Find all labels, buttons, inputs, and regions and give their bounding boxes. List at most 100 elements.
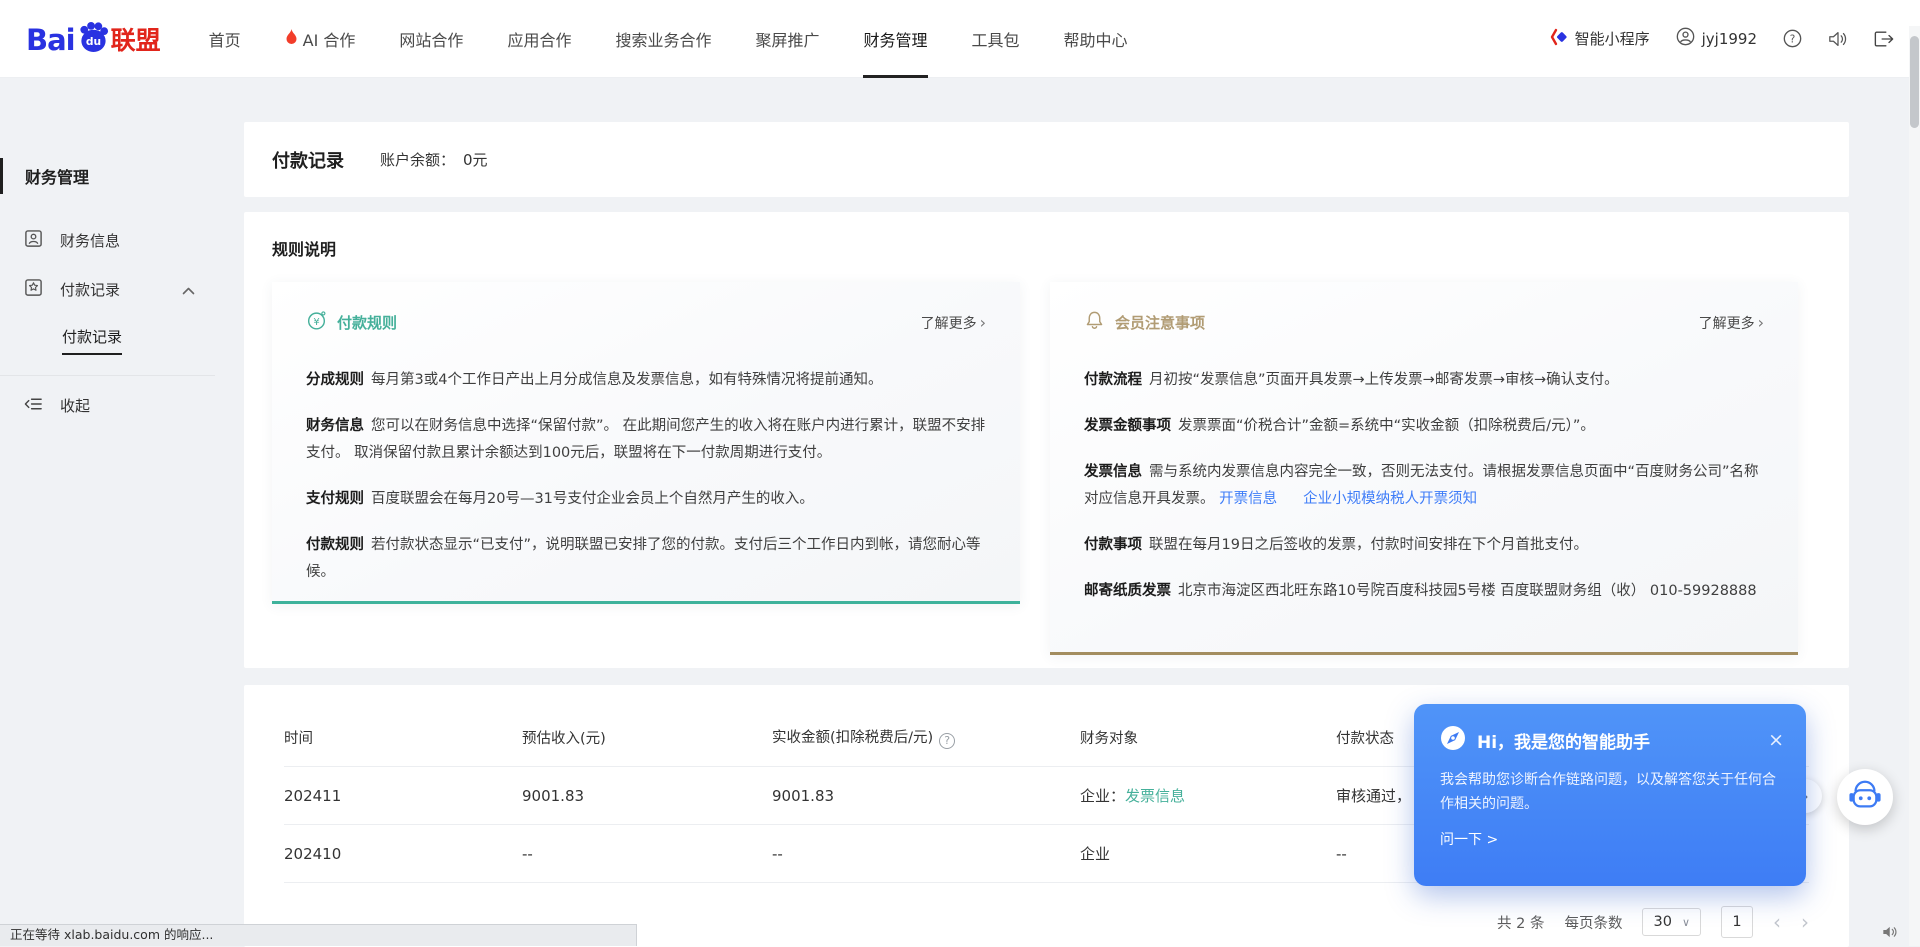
nav-item-screen-promo[interactable]: 聚屏推广: [755, 0, 819, 78]
speaker-icon[interactable]: [1882, 924, 1898, 943]
note-label: 邮寄纸质发票: [1084, 583, 1171, 599]
member-notes-more-link[interactable]: 了解更多›: [1699, 313, 1764, 333]
sidebar-item-payment-records[interactable]: 付款记录: [0, 265, 215, 314]
prev-page-icon[interactable]: ‹: [1773, 912, 1781, 932]
cell-time: 202410: [284, 845, 522, 863]
chevron-up-icon: [182, 281, 195, 299]
rule-label: 财务信息: [306, 418, 364, 434]
logo-text-union: 联盟: [111, 24, 161, 57]
flame-icon: [285, 29, 298, 49]
note-text: 发票票面“价税合计”金额=系统中“实收金额（扣除税费后/元）”。: [1178, 418, 1595, 434]
robot-icon: [1847, 778, 1883, 816]
svg-text:?: ?: [1790, 33, 1796, 45]
svg-text:du: du: [86, 35, 101, 48]
rule-text: 您可以在财务信息中选择“保留付款”。 在此期间您产生的收入将在账户内进行累计，联…: [306, 418, 985, 461]
note-label: 发票信息: [1084, 464, 1142, 480]
col-estimated-income: 预估收入(元): [522, 727, 772, 748]
main-nav: 首页 AI 合作 网站合作 应用合作 搜索业务合作 聚屏推广 财务管理 工具包 …: [209, 0, 1128, 78]
compass-icon: [1440, 725, 1466, 755]
cell-actual: 9001.83: [772, 787, 1080, 805]
nav-item-home[interactable]: 首页: [209, 0, 241, 78]
page-size-select[interactable]: 30 ∨: [1642, 908, 1701, 936]
col-finance-target: 财务对象: [1080, 727, 1336, 748]
page-header-panel: 付款记录 账户余额： 0元: [244, 122, 1849, 197]
note-label: 付款流程: [1084, 372, 1142, 388]
sidebar-title: 财务管理: [0, 158, 215, 194]
assistant-robot-button[interactable]: [1837, 769, 1893, 825]
cell-estimated: --: [522, 845, 772, 863]
scrollbar-thumb[interactable]: [1910, 36, 1919, 128]
cell-finance-target: 企业：发票信息: [1080, 785, 1336, 806]
chat-body-text: 我会帮助您诊断合作链路问题，以及解答您关于任何合作相关的问题。: [1414, 755, 1806, 816]
sidebar-subitem-payment-records[interactable]: 付款记录: [0, 314, 215, 361]
payment-records-icon: [24, 278, 43, 301]
nav-item-search-biz[interactable]: 搜索业务合作: [615, 0, 711, 78]
rule-text: 若付款状态显示“已支付”，说明联盟已安排了您的付款。支付后三个工作日内到帐，请您…: [306, 537, 981, 580]
next-page-icon[interactable]: ›: [1801, 912, 1809, 932]
card-title-payment-rules: 付款规则: [337, 312, 397, 333]
total-count: 共 2 条: [1497, 912, 1544, 933]
rule-text: 每月第3或4个工作日产出上月分成信息及发票信息，如有特殊情况将提前通知。: [371, 372, 882, 388]
finance-info-icon: [24, 229, 43, 252]
rule-label: 支付规则: [306, 491, 364, 507]
nav-item-finance[interactable]: 财务管理: [863, 0, 927, 78]
nav-item-toolkit[interactable]: 工具包: [972, 0, 1020, 78]
page-size-label: 每页条数: [1564, 912, 1622, 933]
assistant-chat-popup: Hi，我是您的智能助手 × 我会帮助您诊断合作链路问题，以及解答您关于任何合作相…: [1414, 704, 1806, 886]
current-page-button[interactable]: 1: [1721, 906, 1753, 938]
mini-program-icon: [1550, 28, 1568, 50]
sidebar-collapse-button[interactable]: 收起: [0, 376, 215, 435]
more-arrow-icon: ›: [1758, 315, 1764, 331]
member-notes-card: 会员注意事项 了解更多› 付款流程月初按“发票信息”页面开具发票→上传发票→邮寄…: [1050, 282, 1798, 655]
close-icon[interactable]: ×: [1768, 731, 1784, 750]
small-taxpayer-notice-link[interactable]: 企业小规模纳税人开票须知: [1303, 491, 1477, 507]
nav-item-ai[interactable]: AI 合作: [285, 0, 356, 78]
rule-label: 付款规则: [306, 537, 364, 553]
sidebar: 财务管理 财务信息 付款记录: [0, 78, 215, 946]
baidu-paw-icon: du: [76, 20, 110, 57]
rules-panel: 规则说明 ¥ 付款规则 了解更多›: [244, 212, 1849, 668]
payment-rules-card: ¥ 付款规则 了解更多› 分成规则每月第3或4个工作日产出上月分成信息及发票信息…: [272, 282, 1020, 604]
nav-item-help-center[interactable]: 帮助中心: [1064, 0, 1128, 78]
user-account[interactable]: jyj1992: [1676, 27, 1757, 50]
question-circle-icon[interactable]: ?: [939, 733, 955, 749]
bell-icon: [1084, 310, 1105, 335]
payment-rules-more-link[interactable]: 了解更多›: [921, 313, 986, 333]
card-title-member-notes: 会员注意事项: [1115, 312, 1205, 333]
sidebar-item-finance-info[interactable]: 财务信息: [0, 216, 215, 265]
mini-program-entry[interactable]: 智能小程序: [1550, 28, 1650, 50]
svg-text:¥: ¥: [313, 317, 319, 328]
rule-label: 分成规则: [306, 372, 364, 388]
note-text: 联盟在每月19日之后签收的发票，付款时间安排在下个月首批支付。: [1149, 537, 1588, 553]
user-icon: [1676, 27, 1695, 50]
cell-time: 202411: [284, 787, 522, 805]
header-right: 智能小程序 jyj1992 ?: [1550, 27, 1894, 50]
balance-value: 0元: [463, 151, 488, 169]
dropdown-caret-icon: ∨: [1682, 916, 1690, 929]
rules-section-title: 规则说明: [272, 236, 1821, 260]
col-actual-amount: 实收金额(扣除税费后/元)?: [772, 726, 1080, 749]
nav-item-app[interactable]: 应用合作: [507, 0, 571, 78]
help-icon[interactable]: ?: [1783, 29, 1802, 48]
more-arrow-icon: ›: [980, 315, 986, 331]
chat-title: Hi，我是您的智能助手: [1477, 728, 1650, 753]
invoice-detail-link[interactable]: 发票信息: [1125, 787, 1185, 805]
browser-status-bar: 正在等待 xlab.baidu.com 的响应...: [0, 924, 637, 946]
top-header: Bai du 联盟 首页 AI 合作 网站合作 应用合作 搜索业务合作 聚屏推广…: [0, 0, 1920, 78]
note-label: 付款事项: [1084, 537, 1142, 553]
baidu-union-logo[interactable]: Bai du 联盟: [26, 20, 161, 57]
page-title: 付款记录: [272, 147, 344, 173]
vertical-scrollbar: [1909, 26, 1920, 946]
cell-finance-target: 企业: [1080, 843, 1336, 864]
note-text: 月初按“发票信息”页面开具发票→上传发票→邮寄发票→审核→确认支付。: [1149, 372, 1619, 388]
nav-item-website[interactable]: 网站合作: [399, 0, 463, 78]
logout-icon[interactable]: [1874, 30, 1894, 48]
note-label: 发票金额事项: [1084, 418, 1171, 434]
sound-icon[interactable]: [1828, 30, 1848, 48]
collapse-icon: [24, 396, 43, 416]
invoice-info-link[interactable]: 开票信息: [1219, 491, 1277, 507]
account-balance: 账户余额： 0元: [380, 149, 488, 170]
chat-ask-link[interactable]: 问一下 >: [1414, 816, 1806, 849]
balance-label: 账户余额：: [380, 151, 455, 169]
col-time: 时间: [284, 727, 522, 748]
